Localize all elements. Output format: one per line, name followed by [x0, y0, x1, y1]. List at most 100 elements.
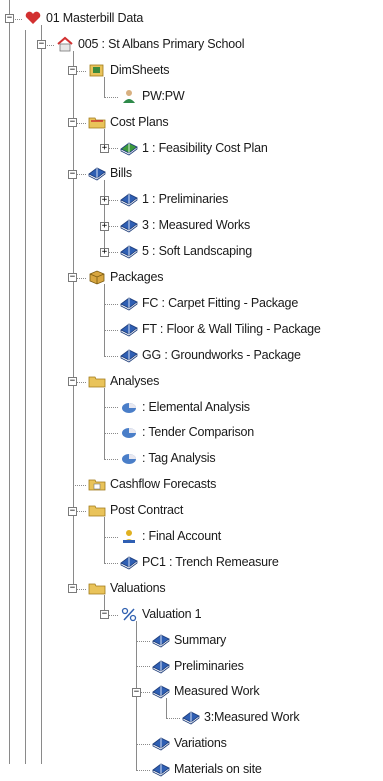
tree-item-5-soft-landscaping[interactable]: 5 : Soft Landscaping [120, 239, 252, 263]
cost-plans-folder-icon [88, 114, 106, 130]
tree-connector-line [166, 718, 180, 720]
collapse-toggle[interactable]: − [100, 610, 109, 620]
tree-item-1-preliminaries[interactable]: 1 : Preliminaries [120, 187, 228, 211]
tree-connector-line [104, 517, 105, 563]
tree-item-packages[interactable]: Packages [88, 265, 163, 289]
blue-book-icon [152, 761, 170, 777]
tree-connector-line [104, 536, 118, 538]
dimsheets-folder-icon [88, 62, 106, 78]
blue-book-icon [182, 709, 200, 725]
collapse-toggle[interactable]: − [68, 66, 77, 76]
tree-item-valuation-1[interactable]: Valuation 1 [120, 602, 202, 626]
tree-guide-line [25, 30, 26, 764]
tree-item-ft-floor-wall-tiling-package[interactable]: FT : Floor & Wall Tiling - Package [120, 317, 321, 341]
tree-item-pw-pw[interactable]: PW:PW [120, 84, 185, 108]
tree-item-label: FT : Floor & Wall Tiling - Package [142, 321, 321, 336]
tree-item-dimsheets[interactable]: DimSheets [88, 58, 170, 82]
tree-item-final-account[interactable]: : Final Account [120, 524, 221, 548]
tree-item-label: 1 : Preliminaries [142, 192, 229, 207]
tree-item-label: : Final Account [142, 529, 221, 543]
tree-item-gg-groundworks-package[interactable]: GG : Groundworks - Package [120, 343, 301, 367]
tree-connector-line [104, 329, 118, 331]
tree-connector-line [104, 459, 118, 461]
tree-item-preliminaries[interactable]: Preliminaries [152, 654, 244, 678]
tree-item-1-feasibility-cost-plan[interactable]: 1 : Feasibility Cost Plan [120, 136, 268, 160]
tree-item-pc1-trench-remeasure[interactable]: PC1 : Trench Remeasure [120, 550, 279, 574]
collapse-toggle[interactable]: − [37, 40, 46, 50]
tree-connector-line [104, 283, 105, 356]
tree-connector-line [104, 562, 118, 564]
tree-item-label: Materials on site [174, 762, 262, 777]
blue-book-icon [120, 321, 138, 337]
valuations-folder-icon [88, 580, 106, 596]
tree-guide-line [9, 0, 10, 764]
tree-item-3-measured-work[interactable]: 3:Measured Work [182, 705, 300, 729]
blue-book-icon [88, 165, 106, 181]
tree-item-tender-comparison[interactable]: : Tender Comparison [120, 420, 254, 444]
collapse-toggle[interactable]: − [68, 584, 77, 594]
tree-item-label: : Elemental Analysis [142, 399, 250, 414]
expand-toggle[interactable]: + [100, 221, 109, 231]
tree-item-tag-analysis[interactable]: : Tag Analysis [120, 446, 216, 470]
tree-connector-line [104, 387, 105, 460]
tree-item-label: Analyses [110, 373, 160, 388]
pie-chart-icon [120, 450, 138, 466]
collapse-toggle[interactable]: − [68, 506, 77, 516]
collapse-toggle[interactable]: − [68, 118, 77, 128]
tree-item-elemental-analysis[interactable]: : Elemental Analysis [120, 395, 250, 419]
tree-item-cost-plans[interactable]: Cost Plans [88, 110, 169, 134]
tree-item-measured-work[interactable]: Measured Work [152, 679, 260, 703]
tree-item-005-st-albans-primary-school[interactable]: 005 : St Albans Primary School [56, 32, 245, 56]
collapse-toggle[interactable]: − [68, 273, 77, 283]
tree-item-label: Valuation 1 [142, 606, 202, 621]
tree-item-fc-carpet-fitting-package[interactable]: FC : Carpet Fitting - Package [120, 291, 298, 315]
tree-item-label: Summary [174, 632, 227, 647]
tree-item-label: Preliminaries [174, 658, 244, 673]
green-book-icon [120, 140, 138, 156]
expand-toggle[interactable]: + [100, 143, 109, 153]
tree-item-summary[interactable]: Summary [152, 628, 226, 652]
tree-connector-line [136, 744, 150, 746]
tree-item-valuations[interactable]: Valuations [88, 576, 166, 600]
blue-book-icon [120, 295, 138, 311]
tree-item-label: 01 Masterbill Data [46, 11, 144, 25]
tree-connector-line [104, 180, 105, 253]
collapse-toggle[interactable]: − [5, 14, 14, 24]
project-tree-view[interactable]: − 01 Masterbill Data − 005 : St Albans Prim… [0, 0, 383, 777]
tree-connector-line [136, 770, 150, 772]
tree-item-label: GG : Groundworks - Package [142, 347, 301, 362]
tree-item-3-measured-works[interactable]: 3 : Measured Works [120, 213, 250, 237]
tree-connector-line [104, 407, 118, 409]
packages-box-icon [88, 269, 106, 285]
blue-book-icon [152, 683, 170, 699]
masterbill-heart-icon [24, 10, 42, 26]
tree-item-cashflow-forecasts[interactable]: Cashflow Forecasts [88, 472, 216, 496]
tree-item-01-masterbill-data[interactable]: 01 Masterbill Data [24, 6, 143, 30]
blue-book-icon [152, 735, 170, 751]
tree-connector-line [136, 666, 150, 668]
collapse-toggle[interactable]: − [68, 169, 77, 179]
collapse-toggle[interactable]: − [132, 687, 141, 697]
tree-item-materials-on-site[interactable]: Materials on site [152, 757, 262, 781]
final-account-icon [120, 528, 138, 544]
tree-item-post-contract[interactable]: Post Contract [88, 498, 183, 522]
collapse-toggle[interactable]: − [68, 377, 77, 387]
tree-item-analyses[interactable]: Analyses [88, 369, 159, 393]
tree-item-label: Cost Plans [110, 114, 169, 129]
user-icon [120, 88, 138, 104]
blue-book-icon [120, 347, 138, 363]
tree-item-label: 1 : Feasibility Cost Plan [142, 140, 268, 155]
tree-item-label: Post Contract [110, 503, 184, 518]
blue-book-icon [152, 658, 170, 674]
tree-item-bills[interactable]: Bills [88, 161, 132, 185]
tree-item-label: Packages [110, 270, 164, 284]
blue-book-icon [120, 554, 138, 570]
project-house-icon [56, 36, 74, 52]
tree-item-label: PW:PW [142, 88, 185, 103]
tree-item-variations[interactable]: Variations [152, 731, 227, 755]
pie-chart-icon [120, 399, 138, 415]
cashflow-folder-icon [88, 476, 106, 492]
expand-toggle[interactable]: + [100, 247, 109, 257]
expand-toggle[interactable]: + [100, 195, 109, 205]
blue-book-icon [120, 217, 138, 233]
